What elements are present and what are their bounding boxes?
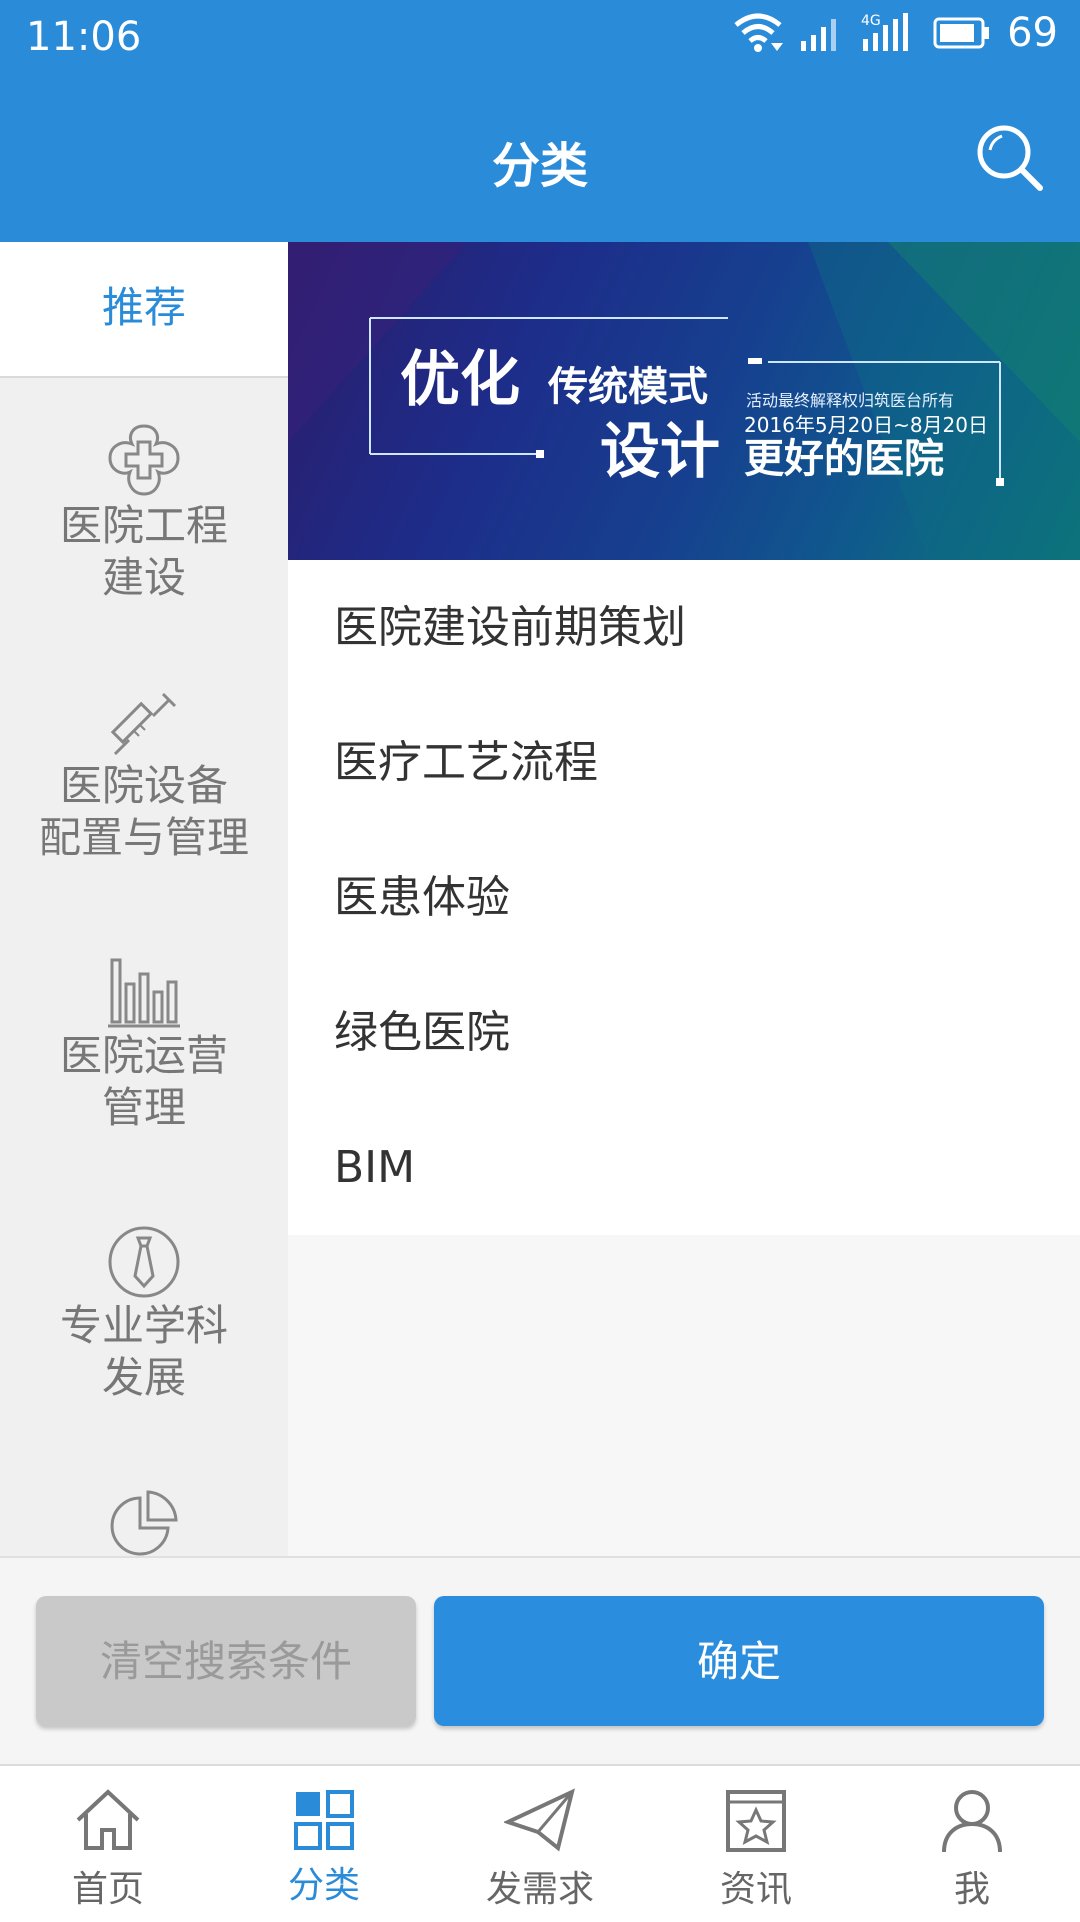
status-indicators: 4G 69: [733, 10, 1058, 56]
category-sidebar: 推荐 医院工程 建设 医院设备 配置与管理 医院运营 管理 专业学科 发展: [0, 242, 288, 1556]
signal-4g-icon: 4G: [861, 13, 909, 51]
tab-label: 发需求: [485, 1869, 594, 1910]
tab-category[interactable]: 分类: [216, 1766, 432, 1922]
confirm-button[interactable]: 确定: [434, 1596, 1044, 1726]
tab-me[interactable]: 我: [864, 1766, 1080, 1922]
sidebar-item-label: 医院运营: [59, 1031, 228, 1080]
home-icon: [76, 1789, 140, 1850]
tab-news[interactable]: 资讯: [648, 1766, 864, 1922]
wifi-icon: [734, 13, 784, 52]
sidebar-item-label: 专业学科: [59, 1301, 228, 1350]
promo-banner[interactable]: 优化 传统模式 设计 更好的医院 活动最终解释权归筑医台所有 2016年5月20…: [288, 242, 1080, 560]
action-bar: 清空搜索条件 确定: [0, 1556, 1080, 1766]
list-item[interactable]: 绿色医院: [288, 965, 1080, 1100]
tab-post-request[interactable]: 发需求: [432, 1766, 648, 1922]
news-icon: [726, 1790, 786, 1852]
sidebar-item-operations[interactable]: 医院运营 管理: [0, 914, 288, 1184]
tab-label: 资讯: [719, 1869, 792, 1910]
banner-art: 优化 传统模式 设计 更好的医院 活动最终解释权归筑医台所有 2016年5月20…: [288, 242, 1080, 560]
user-icon: [942, 1790, 1002, 1853]
search-icon[interactable]: [974, 122, 1046, 194]
battery-icon: [933, 17, 990, 49]
grid-icon: [294, 1790, 354, 1850]
svg-text:2016年5月20日~8月20日: 2016年5月20日~8月20日: [744, 413, 988, 437]
sidebar-item-label: 推荐: [101, 283, 186, 332]
bottom-tab-bar: 首页 分类 发需求 资讯 我: [0, 1764, 1080, 1922]
sidebar-item-label: 医院设备: [59, 761, 228, 810]
pie-chart-icon: [110, 1490, 178, 1556]
tab-label: 我: [953, 1869, 990, 1910]
sidebar-item-hospital-engineering[interactable]: 医院工程 建设: [0, 378, 288, 648]
page-title: 分类: [491, 138, 588, 194]
syringe-icon: [110, 692, 177, 756]
list-item[interactable]: 医疗工艺流程: [288, 695, 1080, 830]
svg-text:优化: 优化: [400, 345, 520, 415]
svg-text:活动最终解释权归筑医台所有: 活动最终解释权归筑医台所有: [746, 391, 954, 410]
paper-plane-icon: [504, 1788, 575, 1852]
category-content: 优化 传统模式 设计 更好的医院 活动最终解释权归筑医台所有 2016年5月20…: [288, 242, 1080, 1556]
tie-icon: [108, 1226, 180, 1298]
list-item[interactable]: 医患体验: [288, 830, 1080, 965]
tab-label: 分类: [287, 1865, 360, 1906]
app-header: 分类: [0, 76, 1080, 242]
subcategory-list: 医院建设前期策划 医疗工艺流程 医患体验 绿色医院 BIM: [288, 560, 1080, 1235]
sidebar-item-label: 管理: [101, 1083, 186, 1132]
tab-label: 首页: [71, 1869, 144, 1910]
sidebar-item-recommend[interactable]: 推荐: [0, 242, 288, 378]
sidebar-item-more[interactable]: [0, 1450, 288, 1556]
status-time: 11:06: [26, 14, 142, 60]
sidebar-item-equipment[interactable]: 医院设备 配置与管理: [0, 646, 288, 916]
list-item[interactable]: BIM: [288, 1100, 1080, 1235]
svg-text:4G: 4G: [861, 13, 881, 29]
signal-icon: [801, 19, 837, 51]
list-item[interactable]: 医院建设前期策划: [288, 560, 1080, 695]
sidebar-item-label: 医院工程: [59, 501, 228, 550]
clear-search-button[interactable]: 清空搜索条件: [36, 1596, 416, 1726]
svg-text:传统模式: 传统模式: [547, 364, 708, 410]
status-bar: 11:06 4G 69: [0, 0, 1080, 76]
svg-text:设计: 设计: [600, 417, 720, 487]
sidebar-item-discipline[interactable]: 专业学科 发展: [0, 1182, 288, 1452]
sidebar-item-label: 发展: [101, 1353, 186, 1402]
sidebar-item-label: 配置与管理: [38, 813, 249, 862]
tab-home[interactable]: 首页: [0, 1766, 216, 1922]
bar-chart-icon: [108, 958, 180, 1028]
svg-text:更好的医院: 更好的医院: [744, 436, 944, 482]
battery-level: 69: [1007, 10, 1058, 56]
sidebar-item-label: 建设: [101, 553, 186, 602]
medical-cross-icon: [108, 424, 180, 496]
